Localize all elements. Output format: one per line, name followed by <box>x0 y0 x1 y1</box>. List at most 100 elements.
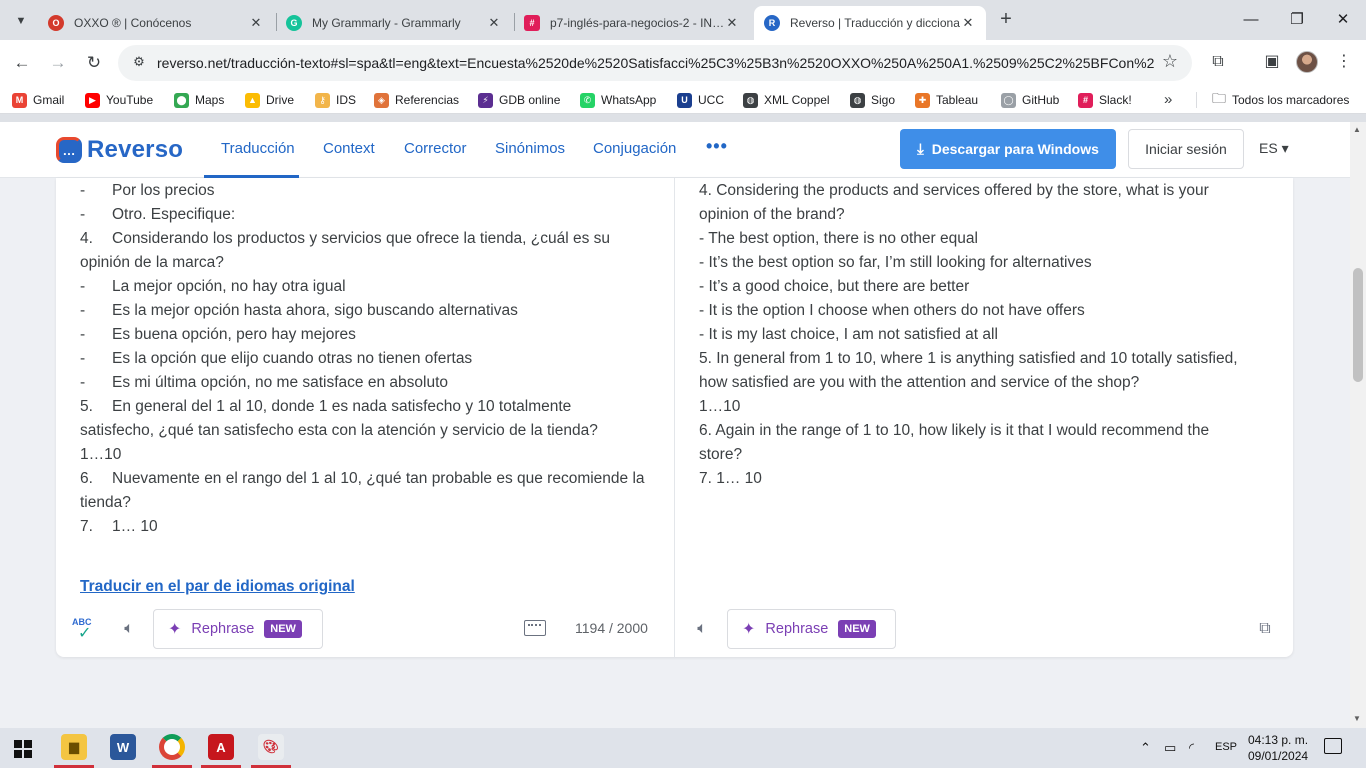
minimize-icon[interactable]: — <box>1239 8 1263 32</box>
scroll-up-icon[interactable]: ▲ <box>1353 125 1361 134</box>
close-window-icon[interactable]: ✕ <box>1331 8 1355 32</box>
translation-line: - It is my last choice, I am not satisfi… <box>699 326 998 343</box>
nav-context[interactable]: Context <box>323 140 375 157</box>
target-rephrase-button[interactable]: ✦ Rephrase NEW <box>727 609 896 649</box>
bookmark-favicon-icon: ✆ <box>580 92 595 108</box>
copy-icon[interactable]: ⧉ <box>1252 616 1278 642</box>
source-line: 6. Nuevamente en el rango del 1 al 10, ¿q… <box>80 467 660 491</box>
windows-taskbar: ▆ W A 🎨︎ ⌃ ▭ ◜ ESP 04:13 p. m. 09/01/202… <box>0 728 1366 768</box>
tab-close-icon[interactable]: ✕ <box>724 15 740 31</box>
new-badge: NEW <box>264 620 302 638</box>
character-counter: 1194 / 2000 <box>575 620 648 636</box>
bookmark-tableau[interactable]: ✚ Tableau <box>915 91 978 109</box>
all-bookmarks-folder[interactable]: 🗀︎ Todos los marcadores <box>1212 90 1349 109</box>
tab-slack[interactable]: # p7-inglés-para-negocios-2 - IN… ✕ <box>514 6 750 40</box>
kebab-menu-icon[interactable]: ⋮ <box>1332 50 1356 74</box>
source-line-text: 1…10 <box>80 446 122 463</box>
more-menu-icon[interactable]: ••• <box>706 136 728 157</box>
forward-arrow-icon[interactable]: → <box>45 50 71 76</box>
original-pair-link[interactable]: Traducir en el par de idiomas original <box>80 578 355 596</box>
source-line-text: En general del 1 al 10, donde 1 es nada … <box>112 398 572 415</box>
network-icon[interactable]: ◜ <box>1189 740 1194 756</box>
bookmarks-overflow-icon[interactable]: » <box>1164 91 1172 108</box>
paint-icon[interactable]: 🎨︎ <box>258 734 284 760</box>
input-language[interactable]: ESP <box>1215 741 1237 753</box>
tab-search-chevron-icon[interactable]: ▼ <box>8 8 34 34</box>
bookmark-ids[interactable]: ⚷ IDS <box>315 91 356 109</box>
site-info-icon[interactable]: ⚙ <box>130 54 148 72</box>
source-line: - La mejor opción, no hay otra igual <box>80 275 660 299</box>
chrome-icon[interactable] <box>159 734 185 760</box>
reload-icon[interactable]: ↻ <box>81 50 107 76</box>
tab-title: p7-inglés-para-negocios-2 - IN… <box>550 16 724 30</box>
back-arrow-icon[interactable]: ← <box>9 50 35 76</box>
tab-strip: ▼ O OXXO ® | Conócenos ✕ G My Grammarly … <box>0 0 1366 40</box>
bookmark-xml-coppel[interactable]: ◍ XML Coppel <box>743 91 830 109</box>
ui-language-dropdown[interactable]: ES ▾ <box>1259 140 1289 157</box>
nav-traduccion[interactable]: Traducción <box>221 140 295 157</box>
tab-close-icon[interactable]: ✕ <box>248 15 264 31</box>
bookmark-star-icon[interactable]: ☆ <box>1162 51 1178 72</box>
translation-line: - The best option, there is no other equ… <box>699 230 978 247</box>
bookmark-gmail[interactable]: M Gmail <box>12 91 64 109</box>
bookmark-sigo[interactable]: ◍ Sigo <box>850 91 895 109</box>
bookmark-label: GitHub <box>1022 93 1060 107</box>
source-speaker-icon[interactable]: 🔈︎ <box>116 616 142 642</box>
bookmark-favicon-icon: ✚ <box>915 92 930 108</box>
nav-sinonimos[interactable]: Sinónimos <box>495 140 565 157</box>
bookmark-label: GDB online <box>499 93 561 107</box>
virtual-keyboard-icon[interactable] <box>524 620 546 636</box>
page-scrollbar[interactable]: ▲ ▼ <box>1350 122 1366 728</box>
target-speaker-icon[interactable]: 🔈︎ <box>689 616 715 642</box>
source-line: - Es la opción que elijo cuando otras no … <box>80 347 660 371</box>
spellcheck-icon[interactable]: ABC ✓ <box>72 617 98 642</box>
bookmark-whatsapp[interactable]: ✆ WhatsApp <box>580 91 656 109</box>
acrobat-icon[interactable]: A <box>208 734 234 760</box>
scrollbar-thumb[interactable] <box>1353 268 1363 382</box>
logo-text: Reverso <box>87 136 184 163</box>
restore-icon[interactable]: ❐ <box>1285 8 1309 32</box>
address-bar[interactable]: ⚙ reverso.net/traducción-texto#sl=spa&tl… <box>118 45 1192 81</box>
side-panel-icon[interactable]: ▣ <box>1260 50 1284 74</box>
tab-close-icon[interactable]: ✕ <box>960 15 976 31</box>
source-rephrase-button[interactable]: ✦ Rephrase NEW <box>153 609 323 649</box>
login-button[interactable]: Iniciar sesión <box>1128 129 1244 169</box>
bookmark-slack[interactable]: # Slack! <box>1078 91 1132 109</box>
scroll-down-icon[interactable]: ▼ <box>1353 714 1361 723</box>
bookmark-label: Gmail <box>33 93 65 107</box>
extensions-puzzle-icon[interactable]: ⧉ <box>1206 50 1230 74</box>
word-icon[interactable]: W <box>110 734 136 760</box>
profile-avatar[interactable] <box>1296 51 1318 73</box>
nav-corrector[interactable]: Corrector <box>404 140 467 157</box>
bookmark-drive[interactable]: ▲ Drive <box>245 91 294 109</box>
tab-oxxo[interactable]: O OXXO ® | Conócenos ✕ <box>38 6 274 40</box>
download-windows-button[interactable]: ⤓ Descargar para Windows <box>900 129 1116 169</box>
battery-icon[interactable]: ▭ <box>1164 740 1176 756</box>
reverso-logo[interactable]: … Reverso <box>56 134 183 166</box>
file-explorer-icon[interactable]: ▆ <box>61 734 87 760</box>
url-text[interactable]: reverso.net/traducción-texto#sl=spa&tl=e… <box>157 55 1155 71</box>
bookmark-gdb-online[interactable]: ⚡ GDB online <box>478 91 560 109</box>
source-text-area[interactable]: - Por los precios - Otro. Especifique: 4. Con… <box>80 179 660 539</box>
bookmark-maps[interactable]: ⬤ Maps <box>174 91 224 109</box>
sparkle-icon: ✦ <box>742 621 756 638</box>
nav-conjugacion[interactable]: Conjugación <box>593 140 676 157</box>
bookmark-github[interactable]: ◯ GitHub <box>1001 91 1059 109</box>
bookmark-referencias[interactable]: ◈ Referencias <box>374 91 459 109</box>
tab-reverso[interactable]: R Reverso | Traducción y dicciona… ✕ <box>754 6 986 40</box>
source-line-text: Es la mejor opción hasta ahora, sigo bus… <box>112 302 518 319</box>
list-marker: - <box>80 326 86 343</box>
windows-start-icon[interactable] <box>14 740 32 758</box>
tab-close-icon[interactable]: ✕ <box>486 15 502 31</box>
source-line: 4. Considerando los productos y servicios… <box>80 227 660 251</box>
notifications-icon[interactable] <box>1324 738 1342 754</box>
new-tab-plus-icon[interactable]: + <box>994 8 1018 32</box>
bookmark-youtube[interactable]: ▶ YouTube <box>85 91 153 109</box>
bookmark-favicon-icon: ▶ <box>85 92 100 108</box>
bookmark-favicon-icon: ▲ <box>245 92 260 108</box>
bookmark-ucc[interactable]: U UCC <box>677 91 724 109</box>
tray-chevron-up-icon[interactable]: ⌃ <box>1140 740 1151 756</box>
tab-grammarly[interactable]: G My Grammarly - Grammarly ✕ <box>276 6 512 40</box>
bookmarks-divider <box>1196 92 1197 108</box>
clock[interactable]: 04:13 p. m. 09/01/2024 <box>1248 732 1308 764</box>
